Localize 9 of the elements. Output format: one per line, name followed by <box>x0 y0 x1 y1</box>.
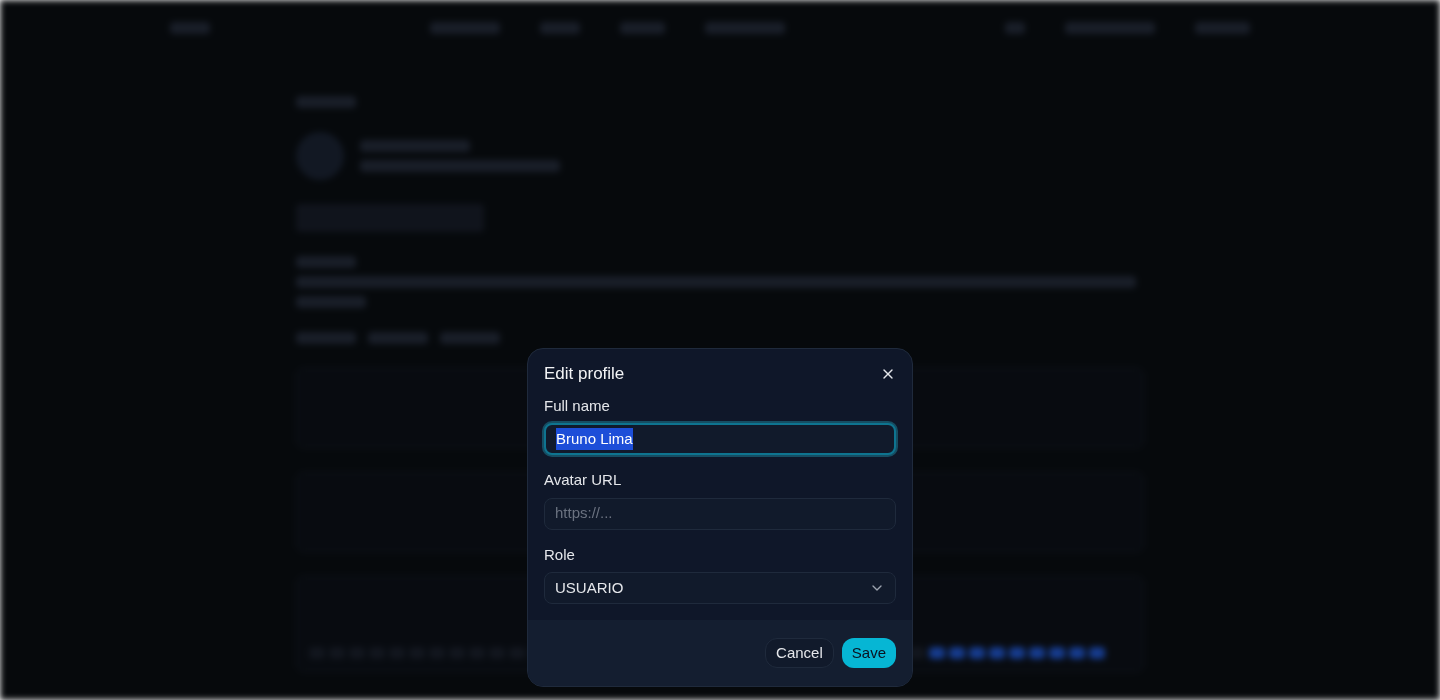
save-button[interactable]: Save <box>841 638 896 668</box>
dialog-title: Edit profile <box>544 363 625 385</box>
field-label: Full name <box>544 395 611 416</box>
cancel-button[interactable]: Cancel <box>765 638 834 668</box>
input-field[interactable]: https://... <box>544 497 896 530</box>
field-label: Role <box>544 544 576 565</box>
field-label: Avatar URL <box>544 470 623 490</box>
role-select[interactable]: USUARIO <box>544 572 896 604</box>
input-field[interactable]: Bruno Lima <box>544 423 896 455</box>
